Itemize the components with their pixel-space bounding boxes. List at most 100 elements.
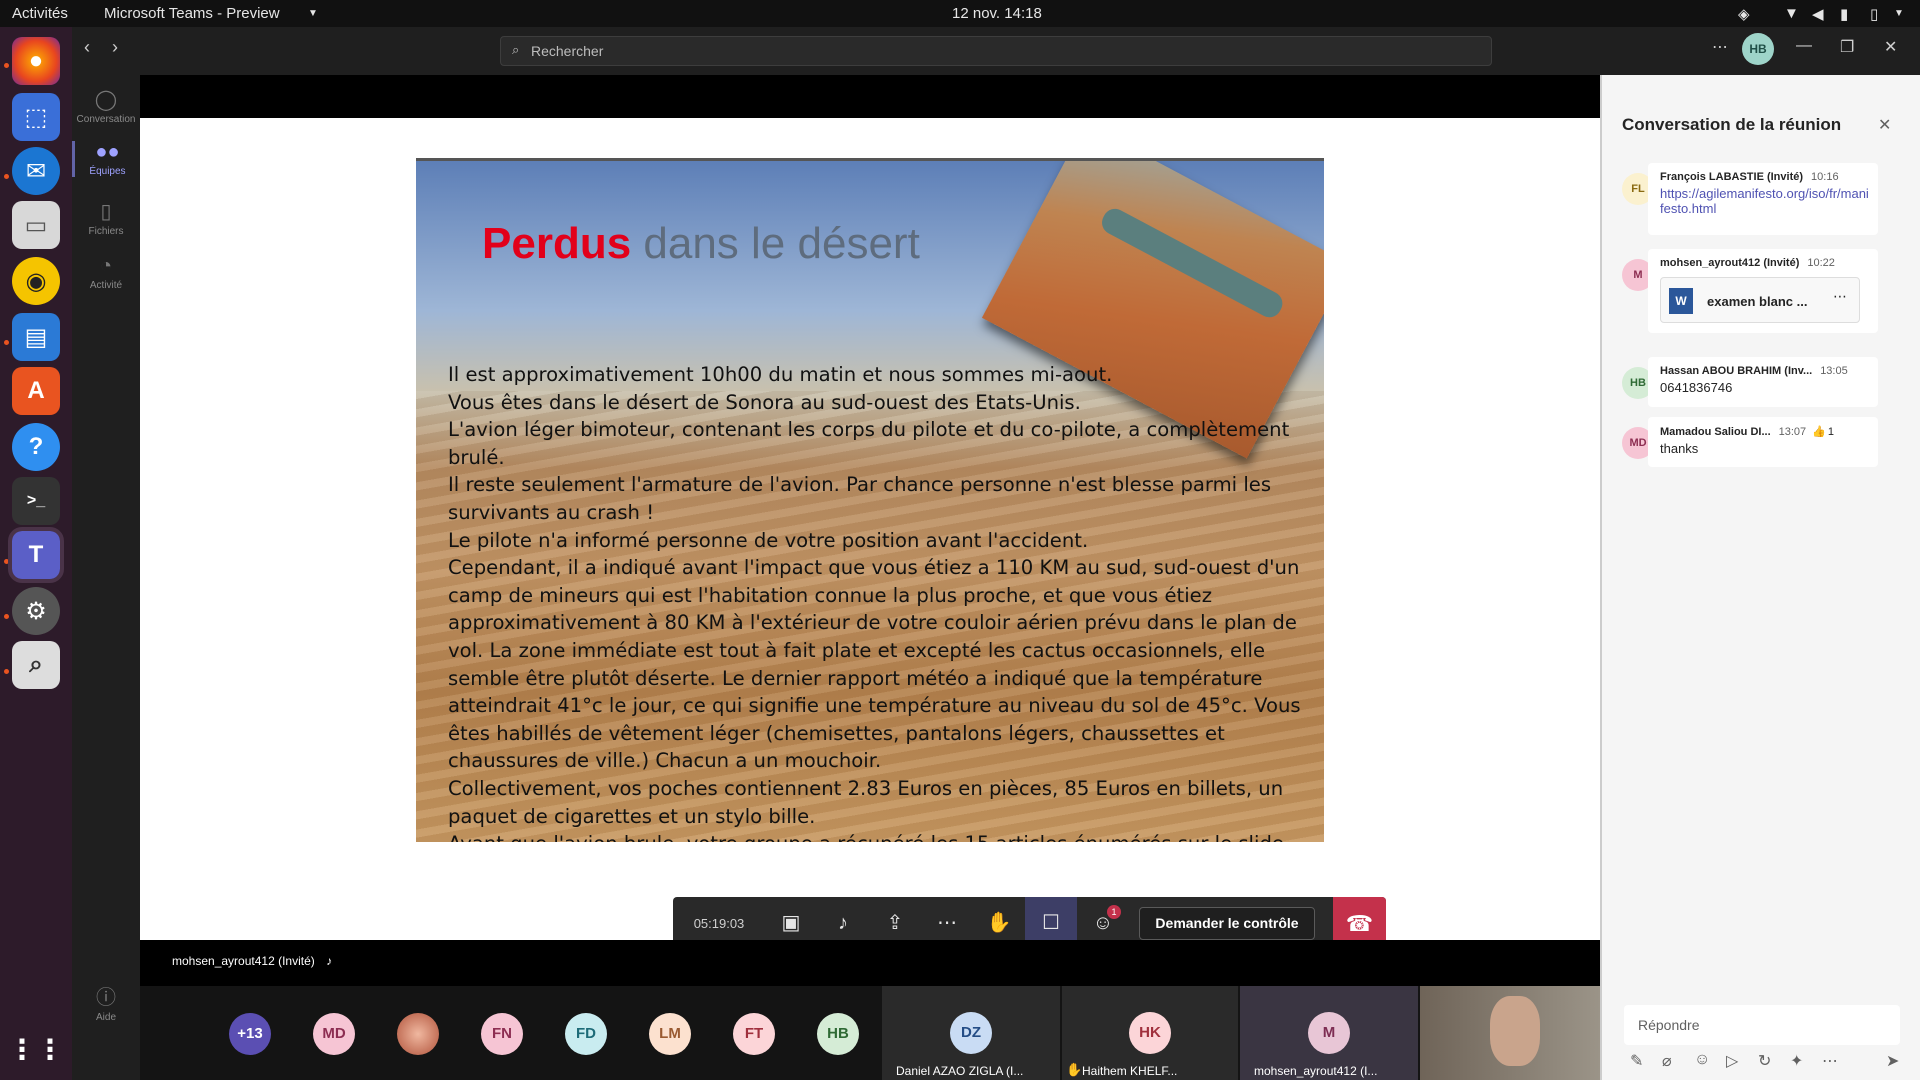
participant-name: Daniel AZAO ZIGLA (I... xyxy=(896,1064,1024,1078)
chevron-down-icon[interactable]: ▼ xyxy=(1894,8,1904,19)
search-app-icon[interactable]: ⌕ xyxy=(12,641,60,689)
message-author: mohsen_ayrout412 (Invité) xyxy=(1660,257,1800,269)
rail-label: Aide xyxy=(95,1012,116,1023)
format-icon[interactable]: ✎ xyxy=(1630,1051,1643,1071)
participant-avatar[interactable]: MD xyxy=(313,1013,355,1055)
send-icon[interactable]: ➤ xyxy=(1886,1051,1899,1071)
software-center-icon[interactable]: A xyxy=(12,367,60,415)
rail-files[interactable]: ▯ Fichiers xyxy=(72,199,140,237)
participant-avatar: DZ xyxy=(950,1012,992,1054)
wifi-icon[interactable]: ▼ xyxy=(1784,5,1799,22)
participant-tile[interactable]: HK ✋ Haithem KHELF... xyxy=(1062,986,1238,1080)
participant-avatar[interactable]: FN xyxy=(481,1013,523,1055)
activities-button[interactable]: Activités xyxy=(12,5,68,22)
rhythmbox-icon[interactable]: ◉ xyxy=(12,257,60,305)
chat-message: mohsen_ayrout412 (Invité) 10:22 W examen … xyxy=(1648,249,1878,333)
participant-tile[interactable]: M mohsen_ayrout412 (I... xyxy=(1240,986,1418,1080)
microphone-icon[interactable]: ▮ xyxy=(1840,5,1848,23)
message-author: Mamadou Saliou DI... xyxy=(1660,426,1771,438)
slide-title: Perdus dans le désert xyxy=(482,219,920,269)
maximize-icon[interactable]: ❐ xyxy=(1840,37,1854,57)
rail-label: Activité xyxy=(89,280,123,291)
meeting-chat-panel: Conversation de la réunion ✕ FL François… xyxy=(1600,75,1920,1080)
message-text: thanks xyxy=(1660,441,1699,456)
attachment-name: examen blanc ... xyxy=(1707,294,1808,309)
rail-teams[interactable]: ●● Équipes xyxy=(72,141,140,177)
more-options-icon[interactable]: ⋯ xyxy=(1822,1051,1838,1071)
back-icon[interactable]: ‹ xyxy=(84,37,90,58)
files-icon[interactable]: ▭ xyxy=(12,201,60,249)
chat-toolbar: ✎ ⌀ ☺ ▷ ↻ ✦ ⋯ ➤ xyxy=(1624,1051,1914,1075)
message-time: 13:07 xyxy=(1778,426,1807,438)
message-link[interactable]: https://agilemanifesto.org/iso/fr/manife… xyxy=(1660,186,1870,216)
participant-tile[interactable]: DZ Daniel AZAO ZIGLA (I... xyxy=(882,986,1060,1080)
participants-badge: 1 xyxy=(1107,905,1121,919)
help-icon[interactable]: ? xyxy=(12,423,60,471)
close-icon[interactable]: ✕ xyxy=(1878,115,1891,135)
participant-name: mohsen_ayrout412 (I... xyxy=(1254,1064,1378,1078)
participant-avatar: HK xyxy=(1129,1012,1171,1054)
message-time: 13:05 xyxy=(1820,365,1848,377)
slide-line: Vous êtes dans le désert de Sonora au su… xyxy=(448,390,1081,414)
teams-app-bar: ◯ Conversation ●● Équipes ▯ Fichiers ◔ Activ… xyxy=(72,27,140,1080)
attach-icon[interactable]: ⌀ xyxy=(1662,1051,1672,1071)
presentation-slide: Perdus dans le désert Il est approximati… xyxy=(416,158,1324,842)
minimize-icon[interactable]: — xyxy=(1796,37,1812,55)
rail-help[interactable]: ⓘ Aide xyxy=(72,981,140,1023)
running-indicator xyxy=(4,559,9,564)
rail-conversation[interactable]: ◯ Conversation xyxy=(72,87,140,125)
gif-icon[interactable]: ▷ xyxy=(1726,1051,1738,1071)
participant-photo-avatar[interactable] xyxy=(397,1013,439,1055)
settings-icon[interactable]: ⚙ xyxy=(12,587,60,635)
firefox-icon[interactable]: ● xyxy=(12,37,60,85)
slide-line: Il est approximativement 10h00 du matin … xyxy=(448,363,1113,386)
emoji-icon[interactable]: ☺ xyxy=(1694,1051,1710,1069)
bell-icon: ◔ xyxy=(99,255,113,277)
participant-video-tile[interactable] xyxy=(1420,986,1600,1080)
app-menu[interactable]: Microsoft Teams - Preview xyxy=(104,5,280,22)
participant-avatar[interactable]: HB xyxy=(817,1013,859,1055)
terminal-icon[interactable]: >_ xyxy=(12,477,60,525)
clock[interactable]: 12 nov. 14:18 xyxy=(952,5,1042,22)
slide-title-rest: dans le désert xyxy=(631,219,920,268)
search-input[interactable]: Rechercher xyxy=(500,36,1492,66)
loop-icon[interactable]: ↻ xyxy=(1758,1051,1771,1071)
volume-icon[interactable]: ◀ xyxy=(1812,5,1824,23)
participant-avatar[interactable]: FD xyxy=(565,1013,607,1055)
overflow-participants[interactable]: +13 xyxy=(229,1013,271,1055)
rail-label: Équipes xyxy=(89,166,126,177)
thunderbird-icon[interactable]: ✉ xyxy=(12,147,60,195)
battery-icon[interactable]: ▯ xyxy=(1870,5,1878,23)
screenshot-icon[interactable]: ⬚ xyxy=(12,93,60,141)
message-time: 10:16 xyxy=(1811,171,1839,183)
teams-tray-icon[interactable]: ◈ xyxy=(1738,5,1750,23)
more-options-icon[interactable]: ⋯ xyxy=(1833,288,1847,305)
request-control-button[interactable]: Demander le contrôle xyxy=(1139,907,1315,940)
running-indicator xyxy=(4,63,9,68)
writer-icon[interactable]: ▤ xyxy=(12,313,60,361)
teams-icon[interactable]: T xyxy=(8,527,64,583)
participant-avatar[interactable]: FT xyxy=(733,1013,775,1055)
running-indicator xyxy=(4,340,9,345)
rail-label: Fichiers xyxy=(88,226,124,237)
reply-input[interactable]: Répondre xyxy=(1624,1005,1900,1045)
participant-avatar[interactable]: LM xyxy=(649,1013,691,1055)
file-attachment[interactable]: W examen blanc ... ⋯ xyxy=(1660,277,1860,323)
slide-body: Il est approximativement 10h00 du matin … xyxy=(448,361,1308,842)
presenter-label: mohsen_ayrout412 (Invité) ♪ xyxy=(140,940,1600,986)
chevron-down-icon[interactable]: ▼ xyxy=(308,8,318,19)
forward-icon[interactable]: › xyxy=(112,37,118,58)
praise-icon[interactable]: ✦ xyxy=(1790,1051,1803,1071)
close-icon[interactable]: ✕ xyxy=(1884,37,1897,57)
rail-activity[interactable]: ◔ Activité xyxy=(72,255,140,291)
chat-icon: ◯ xyxy=(94,89,118,111)
search-icon: ⌕ xyxy=(512,42,520,57)
system-top-bar: Activités Microsoft Teams - Preview ▼ 12… xyxy=(0,0,1920,27)
thumbs-up-icon[interactable]: 👍 xyxy=(1812,426,1826,438)
chat-message: François LABASTIE (Invité) 10:16 https://… xyxy=(1648,163,1878,235)
chat-title: Conversation de la réunion xyxy=(1622,115,1842,134)
user-avatar[interactable]: HB xyxy=(1742,33,1774,65)
more-options-icon[interactable]: ⋯ xyxy=(1712,37,1728,57)
show-apps-icon[interactable]: ⋮⋮ xyxy=(8,1025,64,1073)
participant-video xyxy=(1490,996,1540,1066)
